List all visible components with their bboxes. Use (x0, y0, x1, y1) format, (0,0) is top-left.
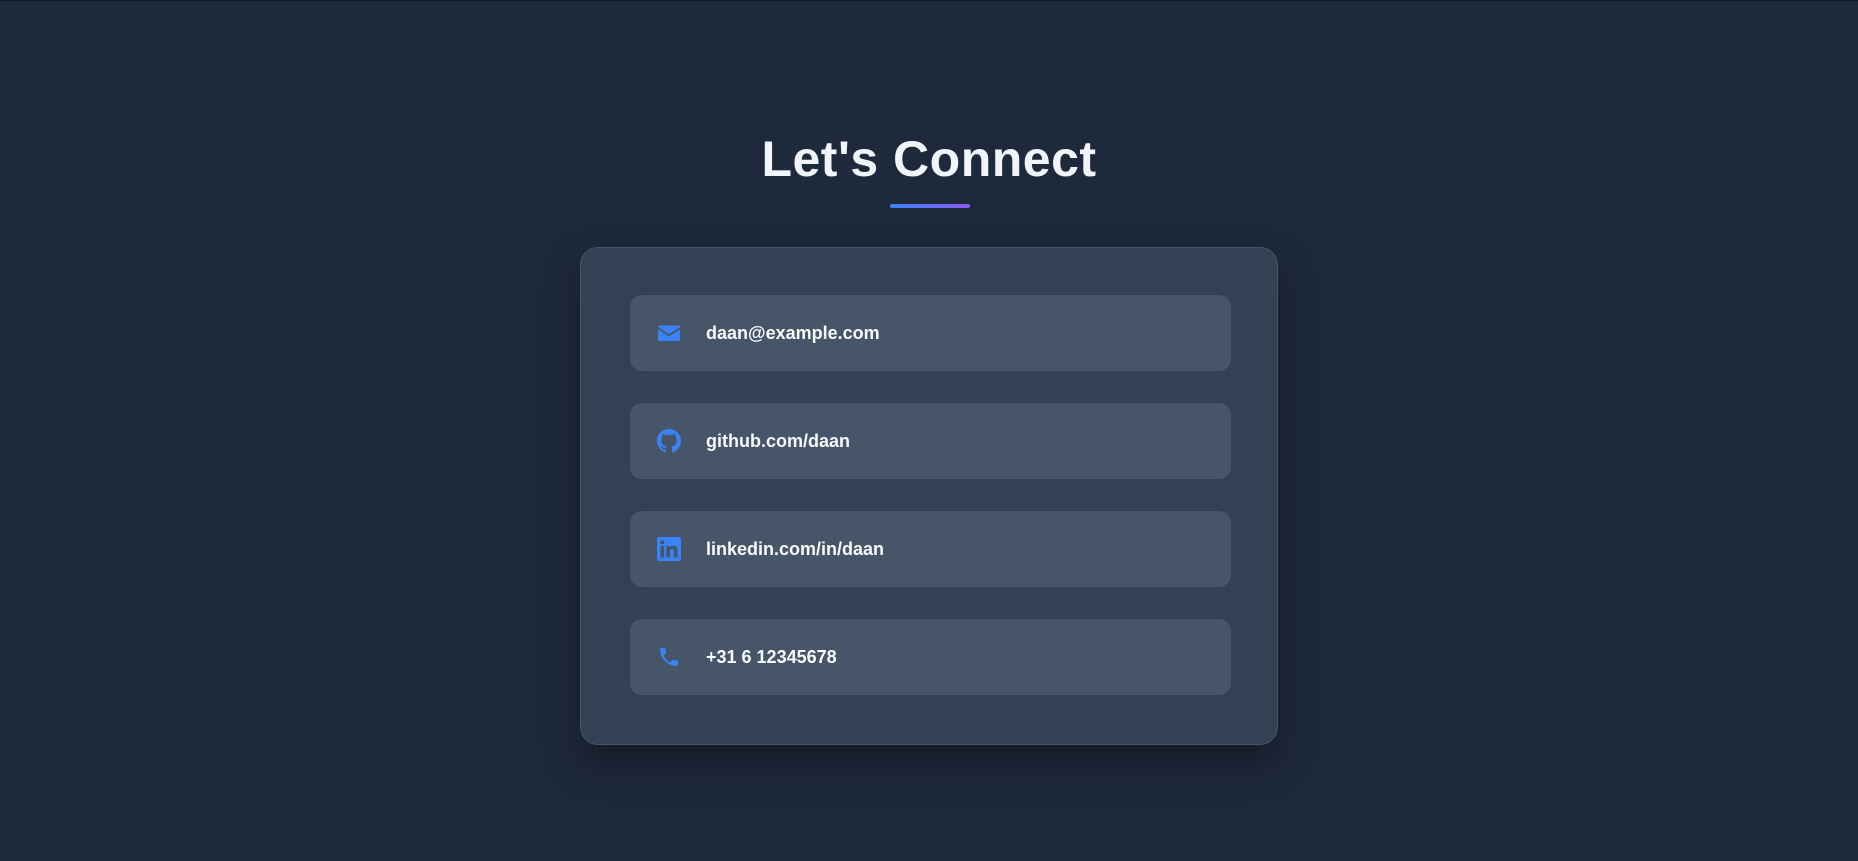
linkedin-icon-svg (657, 537, 681, 561)
contact-linkedin-label: linkedin.com/in/daan (706, 539, 885, 559)
phone-icon (657, 645, 681, 669)
title-underline (890, 204, 970, 208)
contact-phone-label: +31 6 12345678 (706, 647, 837, 667)
contact-section: Let's Connect daan@example.com github.co… (0, 1, 1858, 861)
linkedin-icon (657, 537, 681, 561)
github-icon-svg (657, 429, 681, 453)
envelope-icon-svg (658, 325, 680, 341)
contact-item-linkedin[interactable]: linkedin.com/in/daan (630, 511, 1231, 587)
envelope-icon (657, 321, 681, 345)
contact-item-email[interactable]: daan@example.com (630, 295, 1231, 371)
contact-card: daan@example.com github.com/daan linkedi… (580, 247, 1278, 745)
page-title: Let's Connect (761, 131, 1097, 187)
phone-icon-svg (660, 648, 678, 666)
contact-github-label: github.com/daan (706, 431, 850, 451)
contact-item-phone[interactable]: +31 6 12345678 (630, 619, 1231, 695)
github-icon (657, 429, 681, 453)
contact-email-label: daan@example.com (706, 323, 880, 343)
contact-item-github[interactable]: github.com/daan (630, 403, 1231, 479)
